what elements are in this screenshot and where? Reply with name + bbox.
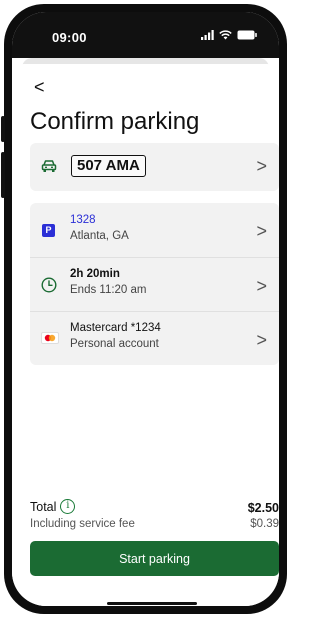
side-button xyxy=(1,116,5,142)
car-icon xyxy=(41,160,57,172)
duration-row[interactable]: 2h 20min Ends 11:20 am > xyxy=(30,258,279,311)
parking-p-icon: P xyxy=(42,224,55,237)
phone-frame: 09:00 < Confirm parking 507 AMA > P 1328… xyxy=(1,4,287,614)
chevron-right-icon: > xyxy=(256,276,267,296)
account-type: Personal account xyxy=(70,338,159,350)
total-label-group: Total i xyxy=(30,499,76,514)
total-value: $2.50 xyxy=(247,501,279,515)
zone-number: 1328 xyxy=(70,214,96,226)
page-title: Confirm parking xyxy=(30,108,200,135)
volume-button xyxy=(1,152,5,198)
start-parking-button[interactable]: Start parking xyxy=(30,541,279,576)
card-name: Mastercard *1234 xyxy=(70,322,161,334)
back-button[interactable]: < xyxy=(34,78,45,96)
details-card: P 1328 Atlanta, GA > 2h 20min Ends 11:20… xyxy=(30,203,279,365)
fee-label: Including service fee xyxy=(30,518,135,530)
payment-row[interactable]: Mastercard *1234 Personal account > xyxy=(30,312,279,365)
wifi-icon xyxy=(219,30,232,40)
chevron-right-icon: > xyxy=(256,330,267,350)
info-icon[interactable]: i xyxy=(60,499,76,514)
status-icons xyxy=(201,30,257,40)
license-plate: 507 AMA xyxy=(71,155,146,177)
mastercard-icon xyxy=(41,332,59,344)
signal-icon xyxy=(201,30,214,40)
screen: 09:00 < Confirm parking 507 AMA > P 1328… xyxy=(12,12,279,606)
vehicle-card[interactable]: 507 AMA > xyxy=(30,143,279,191)
home-indicator xyxy=(107,602,197,605)
status-bar: 09:00 xyxy=(12,12,279,58)
chevron-right-icon: > xyxy=(256,221,267,241)
location-row[interactable]: P 1328 Atlanta, GA > xyxy=(30,203,279,257)
chevron-right-icon: > xyxy=(256,156,267,176)
clock-icon xyxy=(41,277,57,293)
status-time: 09:00 xyxy=(52,30,87,45)
zone-city: Atlanta, GA xyxy=(70,230,129,242)
duration-length: 2h 20min xyxy=(70,268,120,280)
duration-end: Ends 11:20 am xyxy=(70,284,147,296)
chevron-left-icon[interactable]: < xyxy=(34,77,45,97)
battery-icon xyxy=(237,30,257,40)
fee-value: $0.39 xyxy=(250,518,279,530)
total-label: Total xyxy=(30,499,57,514)
